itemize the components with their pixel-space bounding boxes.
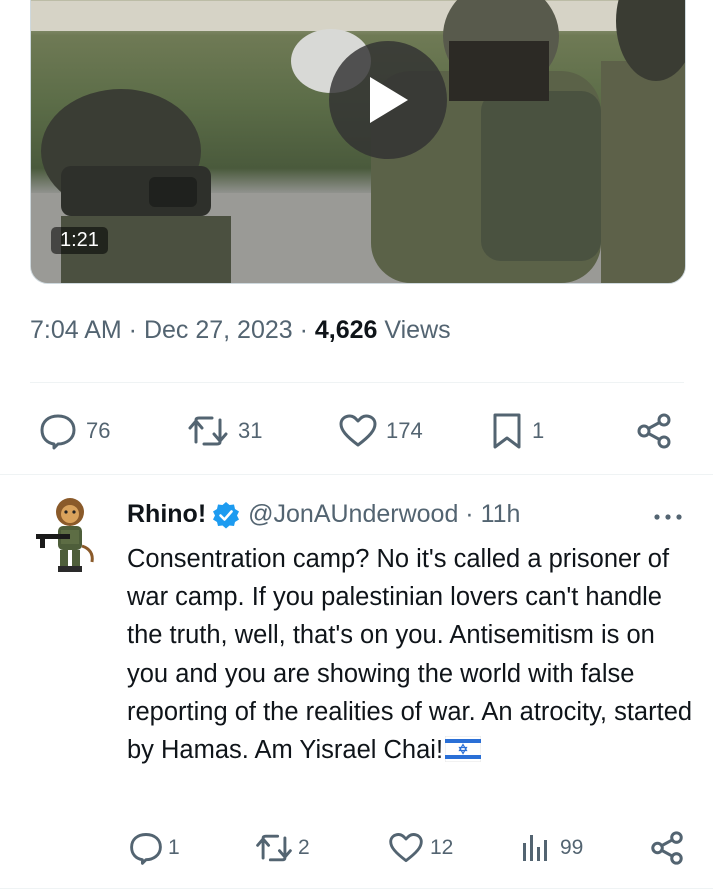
video-duration: 1:21 <box>51 227 108 254</box>
reply-button[interactable]: 76 <box>38 412 110 450</box>
reply-header: Rhino! @JonAUnderwood · 11h <box>127 500 520 529</box>
repost-icon <box>256 834 292 862</box>
reply-button[interactable]: 1 <box>128 830 180 866</box>
divider <box>0 474 713 475</box>
play-icon <box>370 77 408 123</box>
bookmark-icon <box>493 413 521 449</box>
more-icon <box>654 514 682 520</box>
like-icon <box>339 414 377 447</box>
tweet-meta: 7:04 AM · Dec 27, 2023 · 4,626 Views <box>30 316 451 345</box>
share-icon <box>651 831 683 865</box>
lion-soldier-avatar <box>36 498 94 572</box>
meta-separator: · <box>292 316 315 344</box>
like-count: 174 <box>386 418 423 443</box>
reply-text: Consentration camp? No it's called a pri… <box>127 540 702 769</box>
meta-separator: · <box>121 316 144 344</box>
reply-count: 76 <box>86 418 111 443</box>
more-button[interactable] <box>648 502 688 532</box>
views-count: 4,626 <box>314 316 378 344</box>
views-label: Views <box>377 316 451 344</box>
like-button[interactable]: 12 <box>388 830 453 866</box>
like-count: 12 <box>430 836 454 859</box>
bookmark-count: 1 <box>532 418 545 443</box>
tweet-date[interactable]: Dec 27, 2023 <box>144 316 293 344</box>
israel-flag-icon <box>445 736 482 763</box>
bookmark-button[interactable]: 1 <box>490 412 544 450</box>
verified-badge-icon[interactable] <box>212 501 240 529</box>
repost-count: 2 <box>298 836 310 859</box>
views-count: 99 <box>560 836 584 859</box>
share-button[interactable] <box>648 830 686 866</box>
reply-icon <box>40 414 76 450</box>
share-icon <box>637 413 671 449</box>
repost-button[interactable]: 31 <box>186 412 262 450</box>
like-icon <box>389 833 423 863</box>
divider <box>0 888 713 889</box>
user-display-name[interactable]: Rhino! <box>127 500 206 529</box>
views-icon <box>523 835 547 861</box>
video-player[interactable]: 1:21 <box>30 0 686 284</box>
reply-count: 1 <box>168 836 180 859</box>
repost-button[interactable]: 2 <box>254 830 310 866</box>
like-button[interactable]: 174 <box>338 412 423 450</box>
tweet-time[interactable]: 7:04 AM <box>30 316 122 344</box>
views-button[interactable]: 99 <box>520 830 583 866</box>
repost-icon <box>188 416 228 446</box>
user-handle-and-time[interactable]: @JonAUnderwood · 11h <box>248 500 520 529</box>
share-button[interactable] <box>634 412 674 450</box>
reply-body: Consentration camp? No it's called a pri… <box>127 545 693 765</box>
reply-icon <box>130 833 162 865</box>
play-button[interactable] <box>329 41 447 159</box>
repost-count: 31 <box>238 418 263 443</box>
divider <box>30 382 684 383</box>
avatar[interactable] <box>30 496 98 576</box>
